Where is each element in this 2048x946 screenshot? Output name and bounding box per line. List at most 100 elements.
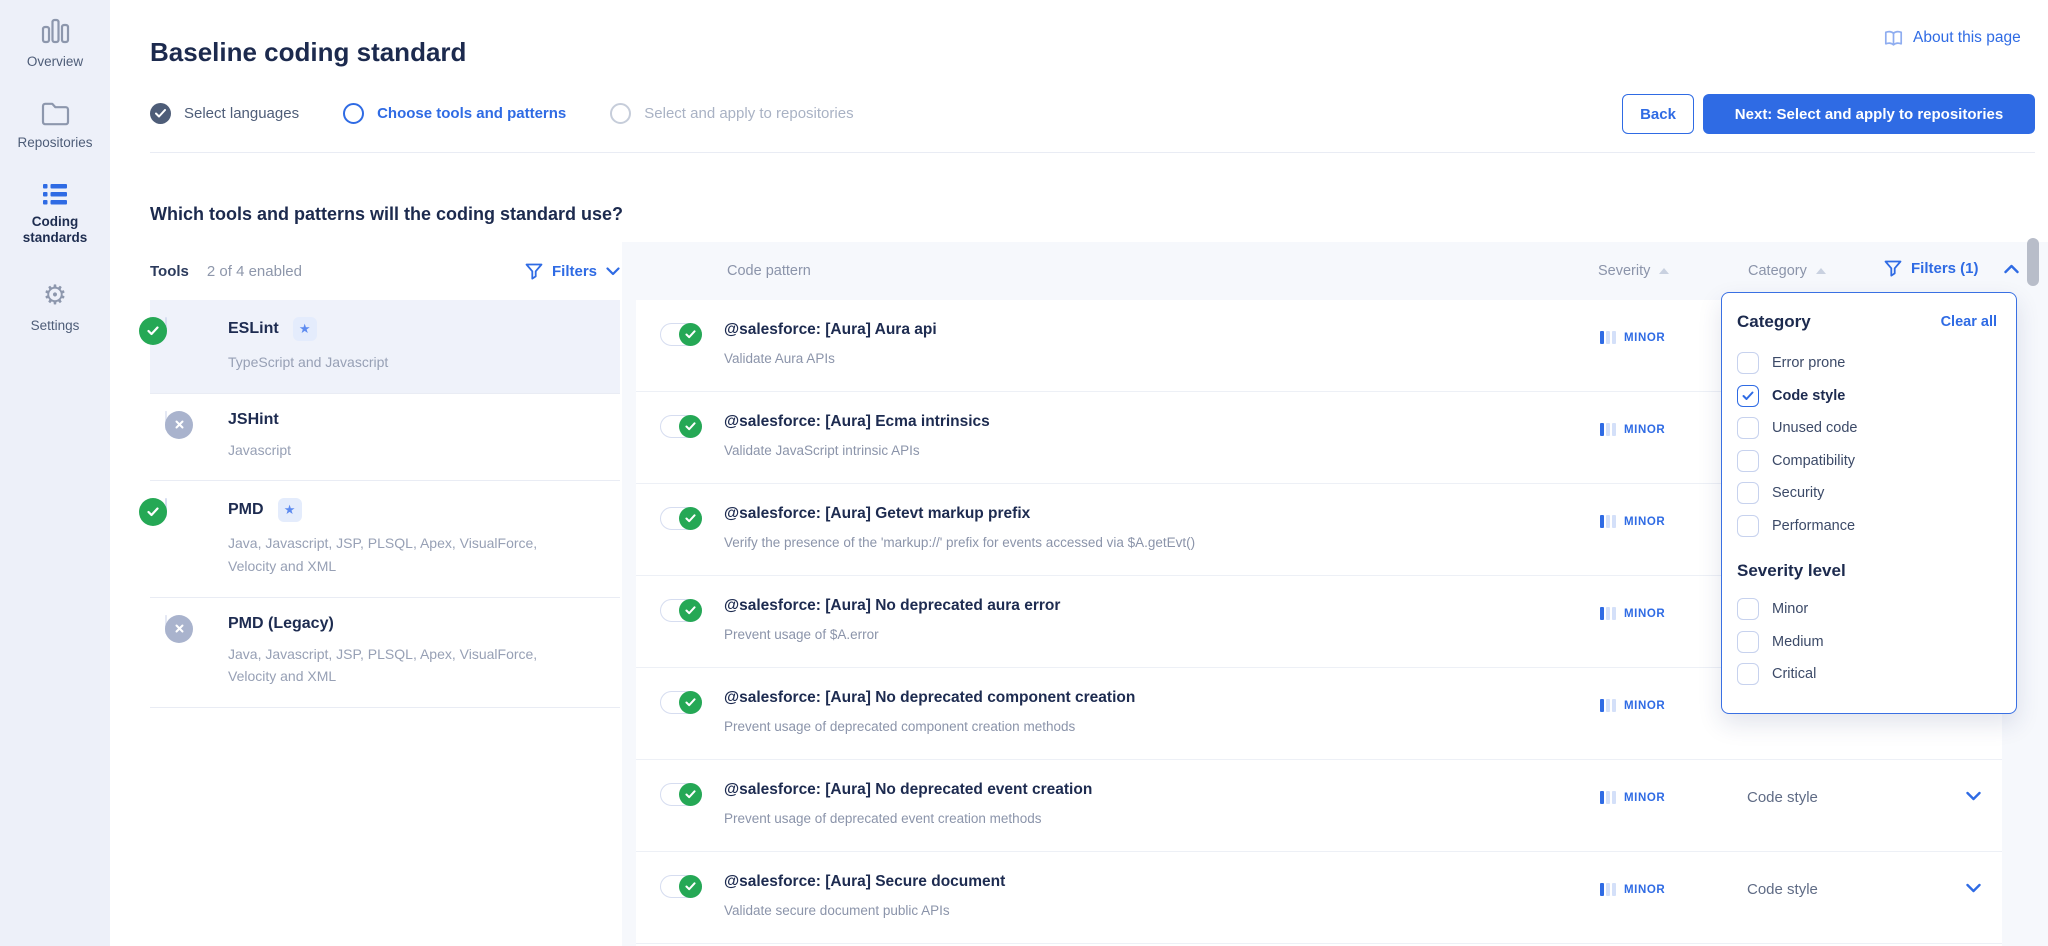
- sidebar-item-coding-standards[interactable]: Coding standards: [0, 184, 110, 246]
- filters-dropdown: Category Clear all Error prone Code styl…: [1721, 292, 2017, 714]
- gear-icon: ⚙: [0, 283, 110, 309]
- sidebar-item-settings[interactable]: ⚙ Settings: [0, 283, 110, 334]
- tools-panel: Tools 2 of 4 enabled Filters ESLint ★: [150, 242, 620, 708]
- folder-icon: [0, 100, 110, 126]
- tool-toggle-eslint[interactable]: [165, 317, 167, 336]
- pattern-title: @salesforce: [Aura] Getevt markup prefix: [724, 505, 1030, 523]
- patterns-filters-button[interactable]: Filters (1): [1884, 260, 1979, 277]
- pattern-toggle[interactable]: [660, 323, 702, 346]
- pattern-description: Prevent usage of deprecated event creati…: [724, 811, 1041, 826]
- sidebar-item-repositories[interactable]: Repositories: [0, 100, 110, 151]
- sort-asc-icon: [1659, 268, 1669, 274]
- tools-filters-button[interactable]: Filters: [525, 263, 620, 280]
- tool-row-pmd[interactable]: PMD ★ Java, Javascript, JSP, PLSQL, Apex…: [150, 481, 620, 597]
- chevron-down-icon[interactable]: [1966, 883, 1981, 893]
- checkbox-unchecked[interactable]: [1737, 352, 1759, 374]
- filter-option-performance[interactable]: Performance: [1737, 510, 1997, 543]
- stepper: Select languages Choose tools and patter…: [150, 103, 854, 124]
- pattern-row: @salesforce: [Aura] No deprecated event …: [636, 760, 2002, 852]
- pattern-title: @salesforce: [Aura] Secure document: [724, 873, 1005, 891]
- toggle-check-icon: [679, 599, 702, 622]
- filter-option-critical[interactable]: Critical: [1737, 658, 1997, 691]
- column-header-category[interactable]: Category: [1748, 263, 1826, 279]
- tool-row-pmd-legacy[interactable]: PMD (Legacy) Java, Javascript, JSP, PLSQ…: [150, 598, 620, 708]
- chevron-down-icon[interactable]: [1966, 791, 1981, 801]
- column-header-severity[interactable]: Severity: [1598, 263, 1669, 279]
- step-select-languages[interactable]: Select languages: [150, 103, 299, 124]
- chevron-down-icon: [606, 267, 620, 276]
- pattern-title: @salesforce: [Aura] Aura api: [724, 321, 937, 339]
- filter-option-compatibility[interactable]: Compatibility: [1737, 445, 1997, 478]
- severity-badge: MINOR: [1600, 423, 1665, 436]
- severity-badge: MINOR: [1600, 883, 1665, 896]
- tool-toggle-jshint[interactable]: [165, 411, 167, 430]
- chevron-up-icon[interactable]: [2004, 264, 2019, 274]
- header-divider: [150, 152, 2035, 153]
- filter-option-minor[interactable]: Minor: [1737, 593, 1997, 626]
- checkbox-unchecked[interactable]: [1737, 631, 1759, 653]
- pattern-toggle[interactable]: [660, 507, 702, 530]
- pattern-row: @salesforce: [Aura] Secure document Vali…: [636, 852, 2002, 944]
- checkbox-unchecked[interactable]: [1737, 598, 1759, 620]
- pattern-toggle[interactable]: [660, 691, 702, 714]
- tool-name: PMD (Legacy): [228, 615, 334, 633]
- next-button[interactable]: Next: Select and apply to repositories: [1703, 94, 2035, 134]
- tool-row-jshint[interactable]: JSHint Javascript: [150, 394, 620, 482]
- tool-row-eslint[interactable]: ESLint ★ TypeScript and Javascript: [150, 300, 620, 394]
- severity-bars-icon: [1600, 515, 1616, 528]
- checkbox-unchecked[interactable]: [1737, 417, 1759, 439]
- toggle-check-icon: [679, 323, 702, 346]
- step-choose-tools-and-patterns[interactable]: Choose tools and patterns: [343, 103, 566, 124]
- pattern-description: Prevent usage of deprecated component cr…: [724, 719, 1075, 734]
- checkbox-unchecked[interactable]: [1737, 663, 1759, 685]
- toggle-check-icon: [679, 415, 702, 438]
- back-button[interactable]: Back: [1622, 94, 1694, 134]
- checkbox-unchecked[interactable]: [1737, 482, 1759, 504]
- pattern-title: @salesforce: [Aura] No deprecated compon…: [724, 689, 1135, 707]
- tool-toggle-pmd[interactable]: [165, 498, 167, 517]
- severity-badge: MINOR: [1600, 515, 1665, 528]
- sidebar-item-label: Overview: [27, 54, 83, 69]
- vertical-scrollbar-thumb[interactable]: [2027, 238, 2039, 286]
- checkbox-unchecked[interactable]: [1737, 515, 1759, 537]
- pattern-toggle[interactable]: [660, 783, 702, 806]
- sidebar-item-overview[interactable]: Overview: [0, 18, 110, 70]
- tool-languages: TypeScript and Javascript: [228, 351, 580, 374]
- tool-toggle-pmd-legacy[interactable]: [165, 615, 167, 634]
- pattern-toggle[interactable]: [660, 875, 702, 898]
- filter-severity-title: Severity level: [1737, 561, 1997, 581]
- book-icon: [1883, 30, 1904, 47]
- pattern-toggle[interactable]: [660, 415, 702, 438]
- clear-all-button[interactable]: Clear all: [1941, 314, 1997, 330]
- pattern-toggle[interactable]: [660, 599, 702, 622]
- tool-languages: Javascript: [228, 439, 580, 462]
- step-done-check-icon: [150, 103, 171, 124]
- checkbox-checked[interactable]: [1737, 385, 1759, 407]
- pattern-category: Code style: [1747, 881, 1818, 898]
- toggle-check-icon: [679, 507, 702, 530]
- filter-option-medium[interactable]: Medium: [1737, 626, 1997, 659]
- checkbox-unchecked[interactable]: [1737, 450, 1759, 472]
- filter-option-security[interactable]: Security: [1737, 477, 1997, 510]
- severity-bars-icon: [1600, 791, 1616, 804]
- filter-option-code-style[interactable]: Code style: [1737, 380, 1997, 413]
- column-header-code-pattern[interactable]: Code pattern: [727, 263, 811, 279]
- sidebar-item-label: Coding standards: [23, 214, 88, 245]
- sidebar: Overview Repositories Coding standards ⚙…: [0, 0, 110, 946]
- severity-badge: MINOR: [1600, 791, 1665, 804]
- tool-name: PMD: [228, 501, 264, 519]
- filter-option-unused-code[interactable]: Unused code: [1737, 412, 1997, 445]
- pattern-category: Code style: [1747, 789, 1818, 806]
- pattern-description: Validate secure document public APIs: [724, 903, 950, 918]
- about-this-page-link[interactable]: About this page: [1883, 29, 2021, 47]
- pattern-description: Prevent usage of $A.error: [724, 627, 879, 642]
- bar-chart-icon: [0, 18, 110, 45]
- tools-enabled-summary: 2 of 4 enabled: [207, 263, 302, 280]
- funnel-icon: [1884, 260, 1902, 277]
- tools-header: Tools 2 of 4 enabled Filters: [150, 242, 620, 300]
- step-select-and-apply[interactable]: Select and apply to repositories: [610, 103, 853, 124]
- severity-bars-icon: [1600, 423, 1616, 436]
- pattern-title: @salesforce: [Aura] Ecma intrinsics: [724, 413, 990, 431]
- toggle-check-icon: [679, 691, 702, 714]
- filter-option-error-prone[interactable]: Error prone: [1737, 347, 1997, 380]
